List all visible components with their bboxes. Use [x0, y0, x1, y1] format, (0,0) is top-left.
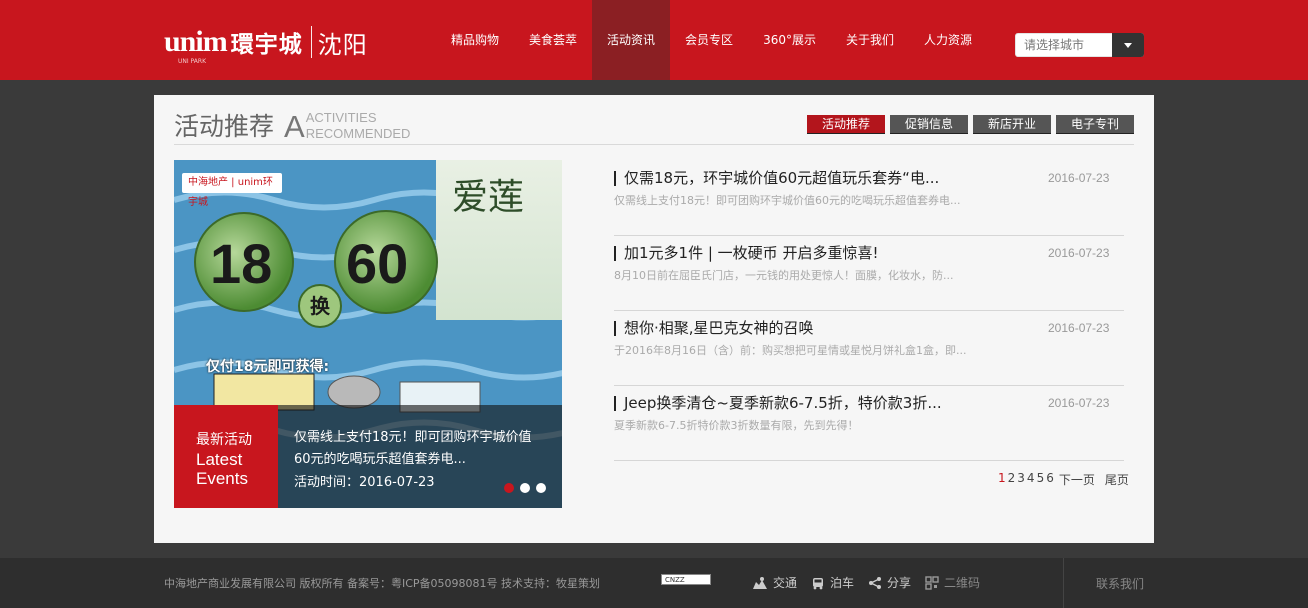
- pagination: 1 2 3 4 5 6 下一页 尾页: [998, 471, 1129, 488]
- news-title[interactable]: 仅需18元，环宇城价值60元超值玩乐套券“电...: [624, 167, 939, 188]
- banner-number-right: 60: [346, 232, 409, 295]
- page-link-2[interactable]: 2: [1008, 471, 1016, 488]
- news-title[interactable]: 加1元多1件 | 一枚硬币 开启多重惊喜!: [624, 242, 878, 263]
- tab-promotions[interactable]: 促销信息: [890, 115, 968, 134]
- tab-activities[interactable]: 活动推荐: [807, 115, 885, 134]
- footer-link-label: 泊车: [830, 576, 855, 590]
- nav-item-about[interactable]: 关于我们: [831, 0, 909, 80]
- share-icon: [869, 576, 882, 589]
- footer-divider: [1063, 558, 1064, 608]
- cnzz-badge[interactable]: CNZZ: [661, 574, 711, 585]
- news-item[interactable]: 想你·相聚,星巴克女神的召唤 2016-07-23 于2016年8月16日（含）…: [614, 311, 1124, 386]
- site-logo[interactable]: unim UNI PARK 環宇城 沈阳: [164, 22, 368, 65]
- category-tabs: 活动推荐 促销信息 新店开业 电子专刊: [807, 115, 1134, 134]
- footer-link-label: 分享: [887, 576, 912, 590]
- banner-number-left: 18: [210, 232, 273, 295]
- nav-item-shopping[interactable]: 精品购物: [436, 0, 514, 80]
- section-title: 活动推荐 A ACTIVITIES RECOMMENDED: [174, 111, 410, 143]
- latest-events-en-2: Events: [196, 469, 248, 488]
- footer-link-parking[interactable]: 泊车: [811, 574, 854, 591]
- footer-links: 交通 泊车 分享 二维码: [752, 574, 980, 591]
- news-summary: 夏季新款6-7.5折特价款3折数量有限，先到先得！: [614, 419, 859, 432]
- next-page-link[interactable]: 下一页: [1059, 471, 1095, 488]
- page-link-4[interactable]: 4: [1027, 471, 1035, 488]
- section-title-en-line2: RECOMMENDED: [305, 126, 411, 141]
- section-title-en-line1: ACTIVITIES: [305, 110, 377, 125]
- logo-city: 沈阳: [317, 32, 368, 59]
- news-marker: [614, 396, 616, 411]
- main-nav: 精品购物 美食荟萃 活动资讯 会员专区 360°展示 关于我们 人力资源: [436, 0, 987, 80]
- city-select-placeholder: 请选择城市: [1024, 38, 1085, 52]
- news-marker: [614, 171, 616, 186]
- latest-events-en-1: Latest: [196, 450, 243, 469]
- news-item[interactable]: 仅需18元，环宇城价值60元超值玩乐套券“电... 2016-07-23 仅需线…: [614, 161, 1124, 236]
- section-title-en: ACTIVITIES RECOMMENDED: [305, 111, 411, 143]
- banner-caption-text[interactable]: 仅需线上支付18元！即可团购环宇城价值60元的吃喝玩乐超值套券电...: [294, 427, 544, 471]
- footer-link-label: 交通: [773, 576, 798, 590]
- news-date: 2016-07-23: [1048, 396, 1110, 410]
- section-title-cn: 活动推荐: [174, 112, 275, 141]
- page-link-1[interactable]: 1: [998, 471, 1006, 488]
- nav-item-events[interactable]: 活动资讯: [592, 0, 671, 80]
- news-list: 仅需18元，环宇城价值60元超值玩乐套券“电... 2016-07-23 仅需线…: [614, 161, 1124, 461]
- chevron-down-icon[interactable]: [1112, 33, 1144, 57]
- banner-lotus-text: 爱莲: [452, 177, 525, 217]
- news-title[interactable]: 想你·相聚,星巴克女神的召唤: [624, 317, 814, 338]
- news-title[interactable]: Jeep换季清仓~夏季新款6-7.5折，特价款3折...: [624, 392, 942, 413]
- logo-en-text: unim: [164, 25, 228, 58]
- news-summary: 仅需线上支付18元！即可团购环宇城价值60元的吃喝玩乐超值套券电...: [614, 194, 961, 207]
- event-banner[interactable]: 中海地产 | unim环宇城 爱莲 18 60 换 仅付18元即可获得: 最新活…: [174, 160, 562, 508]
- news-date: 2016-07-23: [1048, 321, 1110, 335]
- map-icon: [753, 576, 767, 589]
- last-page-link[interactable]: 尾页: [1105, 471, 1129, 488]
- latest-events-badge: 最新活动 Latest Events: [174, 405, 278, 508]
- news-summary: 8月10日前在屈臣氏门店，一元钱的用处更惊人！面膜，化妆水，防...: [614, 269, 954, 282]
- slide-dot-1[interactable]: [504, 483, 514, 493]
- news-summary: 于2016年8月16日（含）前：购买想把可星情或星悦月饼礼盒1盒，即...: [614, 344, 967, 357]
- section-title-letter: A: [284, 109, 305, 144]
- city-select[interactable]: 请选择城市: [1015, 33, 1144, 57]
- page-link-3[interactable]: 3: [1017, 471, 1025, 488]
- qrcode-icon: [925, 575, 939, 590]
- footer-link-share[interactable]: 分享: [868, 574, 911, 591]
- banner-exchange-badge: 换: [298, 284, 342, 328]
- logo-cn-text: 環宇城: [230, 32, 303, 57]
- tab-e-magazine[interactable]: 电子专刊: [1056, 115, 1134, 134]
- site-header: unim UNI PARK 環宇城 沈阳 精品购物 美食荟萃 活动资讯 会员专区…: [0, 0, 1308, 80]
- nav-item-360[interactable]: 360°展示: [748, 0, 831, 80]
- slide-indicators: [504, 483, 546, 493]
- news-marker: [614, 321, 616, 336]
- nav-item-members[interactable]: 会员专区: [670, 0, 748, 80]
- slide-dot-3[interactable]: [536, 483, 546, 493]
- footer-copyright: 中海地产商业发展有限公司 版权所有 备案号：粤ICP备05098081号 技术支…: [164, 577, 601, 590]
- nav-item-hr[interactable]: 人力资源: [909, 0, 987, 80]
- news-item[interactable]: Jeep换季清仓~夏季新款6-7.5折，特价款3折... 2016-07-23 …: [614, 386, 1124, 461]
- section-divider: [174, 144, 1134, 145]
- banner-brand: 中海地产 | unim环宇城: [182, 173, 282, 208]
- banner-caption: 最新活动 Latest Events 仅需线上支付18元！即可团购环宇城价值60…: [174, 405, 562, 508]
- page-link-6[interactable]: 6: [1046, 471, 1054, 488]
- logo-en-subtext: UNI PARK: [178, 58, 206, 65]
- news-date: 2016-07-23: [1048, 246, 1110, 260]
- nav-item-food[interactable]: 美食荟萃: [514, 0, 592, 80]
- page-link-5[interactable]: 5: [1037, 471, 1045, 488]
- logo-divider: [310, 26, 312, 58]
- footer-link-qrcode[interactable]: 二维码: [925, 574, 980, 591]
- tab-new-stores[interactable]: 新店开业: [973, 115, 1051, 134]
- news-date: 2016-07-23: [1048, 171, 1110, 185]
- slide-dot-2[interactable]: [520, 483, 530, 493]
- car-icon: [813, 577, 824, 589]
- latest-events-cn: 最新活动: [196, 432, 252, 448]
- news-item[interactable]: 加1元多1件 | 一枚硬币 开启多重惊喜! 2016-07-23 8月10日前在…: [614, 236, 1124, 311]
- contact-us-link[interactable]: 联系我们: [1096, 575, 1144, 592]
- banner-pay-text: 仅付18元即可获得:: [206, 359, 330, 375]
- footer-link-traffic[interactable]: 交通: [752, 574, 797, 591]
- news-marker: [614, 246, 616, 261]
- site-footer: 中海地产商业发展有限公司 版权所有 备案号：粤ICP备05098081号 技术支…: [0, 558, 1308, 608]
- banner-caption-date: 活动时间：2016-07-23: [294, 475, 435, 490]
- activities-panel: 活动推荐 A ACTIVITIES RECOMMENDED 活动推荐 促销信息 …: [154, 95, 1154, 543]
- footer-link-label: 二维码: [944, 576, 981, 590]
